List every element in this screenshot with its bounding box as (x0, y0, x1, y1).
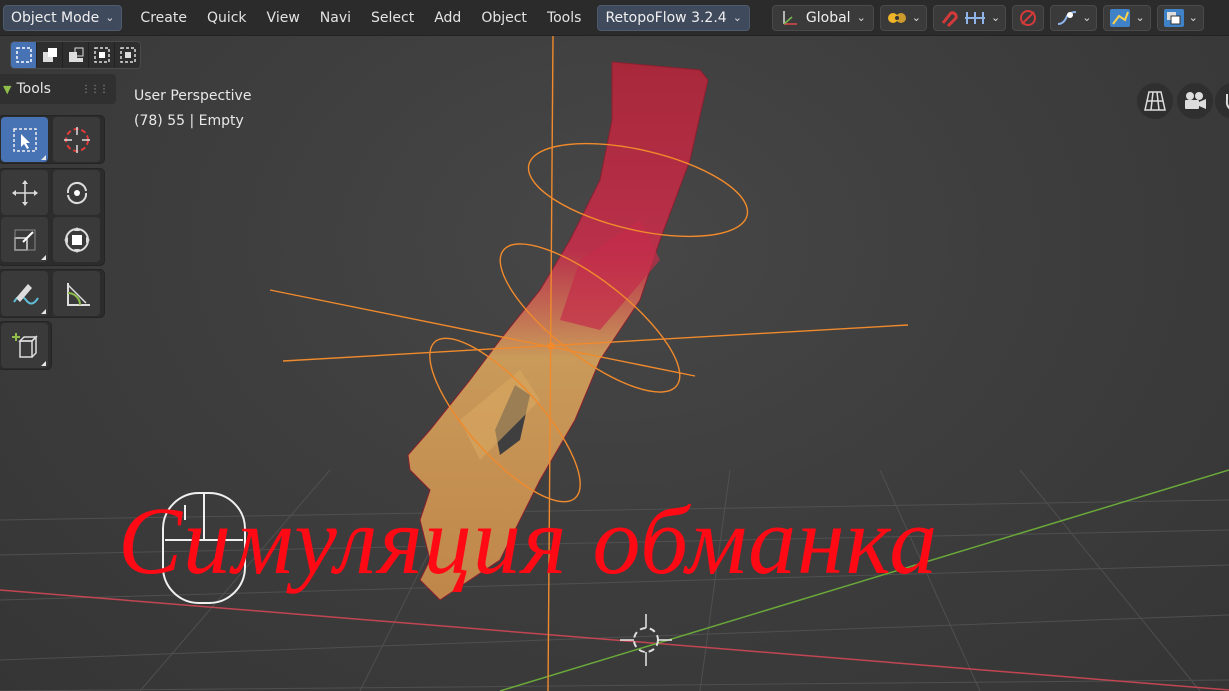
pivot-point-button[interactable]: ⌄ (879, 4, 928, 31)
select-subtract-icon (68, 47, 83, 62)
select-extend-icon (42, 48, 57, 62)
3d-cursor[interactable] (620, 614, 672, 666)
tool-options-corner (41, 309, 46, 314)
hand-icon (1225, 94, 1229, 110)
menu-navi[interactable]: Navi (310, 10, 361, 26)
orientation-dropdown[interactable]: Global ⌄ (771, 4, 874, 31)
overlay-title: Симуляция обманка (118, 487, 939, 594)
transform-axes-icon (783, 10, 797, 25)
proportional-editing-button[interactable] (1012, 4, 1045, 31)
snap-increment-icon (965, 11, 986, 24)
chevron-down-icon: ⌄ (1082, 11, 1092, 24)
tool-measure[interactable] (53, 271, 100, 316)
transform-icon (63, 226, 90, 253)
menu-create[interactable]: Create (130, 10, 197, 26)
tool-group-select (0, 115, 105, 164)
tools-panel-header[interactable]: ▼ Tools ⋮⋮⋮ (0, 74, 116, 104)
select-box-icon (12, 127, 37, 152)
collapse-triangle-icon[interactable]: ▼ (3, 83, 11, 96)
addon-dropdown[interactable]: RetopoFlow 3.2.4 ⌄ (597, 4, 750, 31)
tool-options-corner (41, 361, 46, 366)
chevron-down-icon: ⌄ (105, 11, 115, 24)
gizmo-icon (1110, 8, 1131, 27)
tool-transform[interactable] (53, 217, 100, 262)
chevron-down-icon: ⌄ (1188, 11, 1198, 24)
menu-object[interactable]: Object (471, 10, 537, 26)
select-extend-button[interactable] (37, 42, 63, 68)
tool-annotate[interactable] (1, 271, 48, 316)
scale-icon (13, 229, 35, 251)
tool-group-transform (0, 168, 105, 266)
object-info-label: (78) 55 | Empty (134, 113, 244, 129)
chevron-down-icon: ⌄ (1135, 11, 1145, 24)
snap-button[interactable]: ⌄ (933, 4, 1007, 31)
grip-icon[interactable]: ⋮⋮⋮ (81, 84, 109, 95)
add-cube-icon (11, 332, 38, 358)
tool-rotate[interactable] (53, 170, 100, 215)
selection-mode-group (10, 41, 141, 69)
select-intersect-button[interactable] (115, 42, 140, 68)
viewport-info: User Perspective (78) 55 | Empty (134, 84, 251, 134)
tool-options-corner (41, 155, 46, 160)
cursor-icon (63, 126, 90, 153)
perspective-label: User Perspective (134, 88, 252, 104)
select-subtract-button[interactable] (63, 42, 89, 68)
tool-move[interactable] (1, 170, 48, 215)
tool-cursor[interactable] (53, 117, 100, 162)
tool-select-box[interactable] (1, 117, 48, 162)
move-icon (11, 179, 38, 206)
tool-add-cube[interactable] (1, 323, 48, 368)
toggle-ortho-button[interactable] (1137, 83, 1173, 119)
chevron-down-icon: ⌄ (991, 11, 1001, 24)
tool-scale[interactable] (1, 217, 48, 262)
chevron-down-icon: ⌄ (911, 11, 922, 24)
tools-panel-title: Tools (16, 81, 51, 97)
select-invert-button[interactable] (89, 42, 115, 68)
chevron-down-icon: ⌄ (732, 11, 742, 24)
falloff-button[interactable]: ⌄ (1050, 4, 1098, 31)
select-intersect-icon (119, 47, 136, 63)
menu-view[interactable]: View (257, 10, 310, 26)
rotate-icon (66, 181, 87, 204)
overlays-button[interactable]: ⌄ (1156, 4, 1204, 31)
orientation-dropdown-label: Global (805, 9, 851, 26)
tool-options-corner (41, 255, 46, 260)
pivot-icon (887, 12, 906, 23)
menu-select[interactable]: Select (361, 10, 424, 26)
camera-icon (1185, 92, 1206, 109)
menu-add[interactable]: Add (424, 10, 471, 26)
camera-view-button[interactable] (1177, 83, 1213, 119)
tool-group-add (0, 321, 52, 370)
measure-icon (66, 282, 90, 306)
select-invert-icon (93, 47, 110, 63)
mode-dropdown-label: Object Mode (11, 9, 100, 26)
annotate-icon (12, 283, 39, 304)
overlays-icon (1163, 8, 1184, 27)
falloff-icon (1058, 10, 1077, 25)
menu-quick[interactable]: Quick (197, 10, 257, 26)
gizmo-button[interactable]: ⌄ (1103, 4, 1151, 31)
mode-dropdown[interactable]: Object Mode ⌄ (3, 4, 123, 31)
tool-group-annotate (0, 269, 105, 318)
proportional-edit-icon (1020, 9, 1037, 26)
chevron-down-icon: ⌄ (856, 11, 866, 24)
menu-tools[interactable]: Tools (537, 10, 592, 26)
select-new-button[interactable] (11, 42, 37, 68)
select-new-icon (15, 47, 32, 63)
addon-dropdown-label: RetopoFlow 3.2.4 (605, 9, 727, 26)
magnet-icon (941, 10, 958, 27)
viewport-header: Object Mode ⌄ Create Quick View Navi Sel… (0, 0, 1229, 36)
grid-perspective-icon (1144, 91, 1166, 111)
